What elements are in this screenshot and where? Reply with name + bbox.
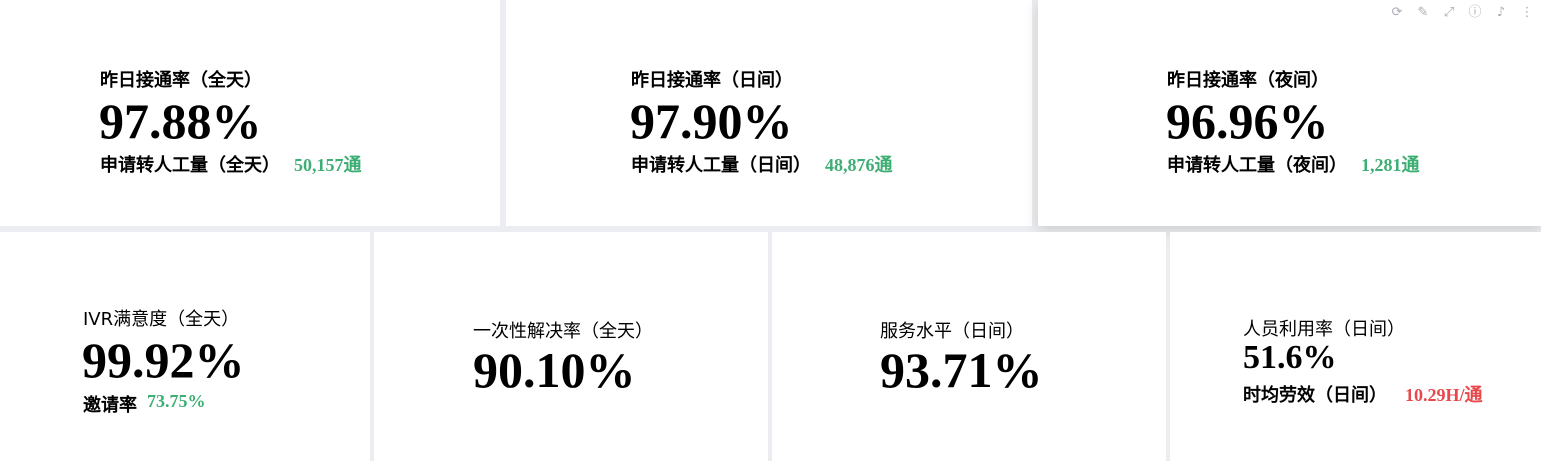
expand-icon[interactable]: ⤢ <box>1441 5 1457 21</box>
card-staff-utilization: 人员利用率（日间） 51.6% 时均劳效（日间） 10.29H/通 <box>1170 232 1541 461</box>
metric-value: 51.6% <box>1243 339 1337 376</box>
info-icon[interactable]: ⓘ <box>1467 5 1483 21</box>
sub-metric: 申请转人工量（全天） 50,157通 <box>100 151 362 177</box>
sub-metric-label: 时均劳效（日间） <box>1243 385 1387 406</box>
metric-label: 昨日接通率（日间） <box>631 70 793 91</box>
card-service-level: 服务水平（日间） 93.71% <box>772 232 1166 461</box>
sub-metric-value: 48,876通 <box>825 155 893 175</box>
metric-label: 人员利用率（日间） <box>1243 319 1405 340</box>
metric-value: 97.90% <box>630 93 793 149</box>
bell-icon[interactable]: ♪ <box>1493 5 1509 21</box>
refresh-icon[interactable]: ⟳ <box>1389 5 1405 21</box>
metric-label: 服务水平（日间） <box>880 321 1024 342</box>
card-toolbar: ⟳ ✎ ⤢ ⓘ ♪ ⋮ <box>1389 5 1535 21</box>
card-connect-rate-day: 昨日接通率（日间） 97.90% 申请转人工量（日间） 48,876通 <box>506 0 1032 226</box>
sub-metric: 邀请率 73.75% <box>83 391 206 417</box>
sub-metric-value: 50,157通 <box>294 155 362 175</box>
card-connect-rate-night: ⟳ ✎ ⤢ ⓘ ♪ ⋮ 昨日接通率（夜间） 96.96% 申请转人工量（夜间） 1… <box>1038 0 1541 226</box>
card-first-call-resolution: 一次性解决率（全天） 90.10% <box>374 232 768 461</box>
metric-value: 96.96% <box>1166 93 1329 149</box>
metric-label: 昨日接通率（夜间） <box>1167 70 1329 91</box>
more-icon[interactable]: ⋮ <box>1519 5 1535 21</box>
sub-metric: 时均劳效（日间） 10.29H/通 <box>1243 381 1483 407</box>
sub-metric-label: 申请转人工量（夜间） <box>1167 155 1347 176</box>
metric-value: 97.88% <box>99 93 262 149</box>
edit-icon[interactable]: ✎ <box>1415 5 1431 21</box>
metric-value: 93.71% <box>880 342 1043 398</box>
sub-metric-value: 1,281通 <box>1361 155 1420 175</box>
sub-metric-value: 73.75% <box>147 391 206 411</box>
sub-metric: 申请转人工量（日间） 48,876通 <box>631 151 893 177</box>
sub-metric-label: 申请转人工量（日间） <box>631 155 811 176</box>
metric-label: IVR满意度（全天） <box>83 309 240 330</box>
metric-label: 一次性解决率（全天） <box>473 321 653 342</box>
sub-metric-value: 10.29H/通 <box>1405 385 1483 405</box>
card-ivr-satisfaction: IVR满意度（全天） 99.92% 邀请率 73.75% <box>0 232 370 461</box>
card-connect-rate-all: 昨日接通率（全天） 97.88% 申请转人工量（全天） 50,157通 <box>0 0 500 226</box>
metric-value: 90.10% <box>473 342 636 398</box>
sub-metric: 申请转人工量（夜间） 1,281通 <box>1167 151 1420 177</box>
sub-metric-label: 申请转人工量（全天） <box>100 155 280 176</box>
sub-metric-label: 邀请率 <box>83 395 137 416</box>
metric-value: 99.92% <box>82 332 245 388</box>
metric-label: 昨日接通率（全天） <box>100 70 262 91</box>
